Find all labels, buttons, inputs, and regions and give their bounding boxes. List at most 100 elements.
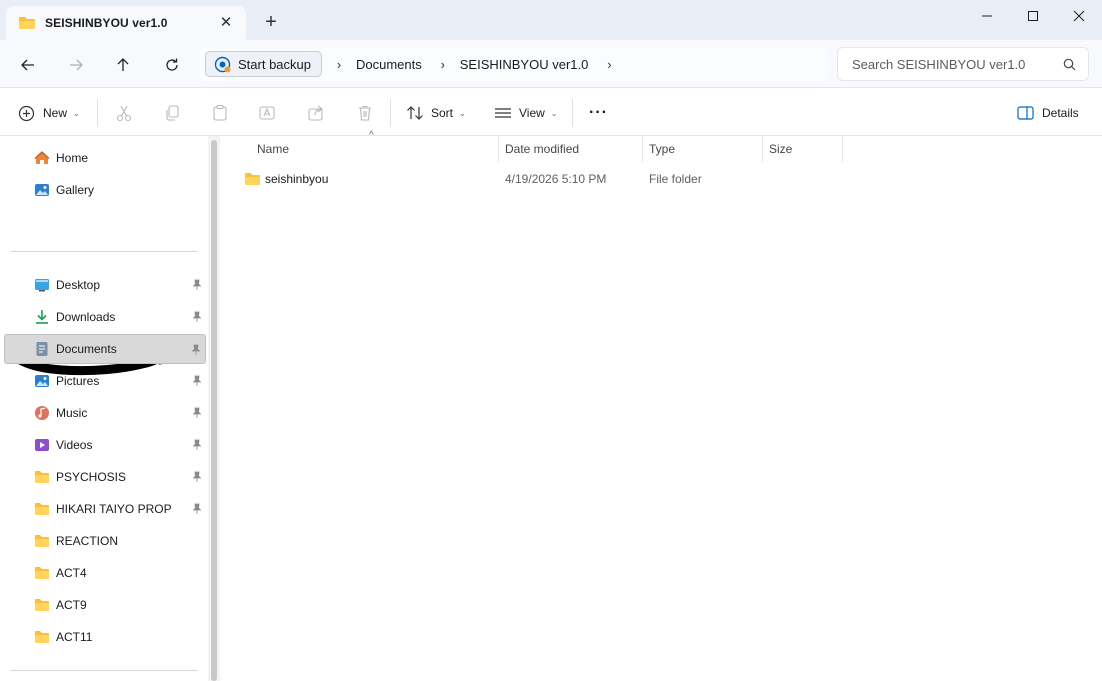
chevron-right-icon[interactable]: › bbox=[601, 57, 617, 72]
search-icon[interactable] bbox=[1063, 58, 1076, 71]
folder-icon bbox=[34, 533, 50, 549]
view-button[interactable]: View ⌄ bbox=[494, 101, 558, 125]
folder-icon bbox=[34, 629, 50, 645]
sidebar-item-pictures[interactable]: Pictures bbox=[4, 366, 206, 396]
sidebar-item-documents[interactable]: Documents bbox=[4, 334, 206, 364]
music-icon bbox=[34, 405, 50, 421]
sidebar-item-label: Desktop bbox=[56, 278, 101, 292]
close-window-button[interactable] bbox=[1056, 0, 1102, 32]
minimize-button[interactable] bbox=[964, 0, 1010, 32]
folder-icon bbox=[34, 597, 50, 613]
paste-button[interactable] bbox=[209, 102, 231, 124]
new-label: New bbox=[43, 106, 68, 120]
sidebar-item-label: Videos bbox=[56, 438, 93, 452]
search-input[interactable] bbox=[852, 56, 1057, 72]
new-button[interactable]: New ⌄ bbox=[18, 101, 80, 125]
new-tab-button[interactable]: + bbox=[262, 12, 280, 32]
sidebar-item-label: Home bbox=[56, 151, 89, 165]
up-button[interactable] bbox=[110, 52, 136, 78]
pin-icon bbox=[192, 375, 202, 386]
folder-icon bbox=[34, 501, 50, 517]
sidebar-item-home[interactable]: Home bbox=[4, 143, 206, 173]
title-bar: SEISHINBYOU ver1.0 ✕ + bbox=[0, 0, 1102, 40]
file-date-modified: 4/19/2026 5:10 PM bbox=[505, 172, 607, 186]
breadcrumb-documents[interactable]: Documents bbox=[356, 57, 422, 72]
sidebar-item-act4[interactable]: ACT4 bbox=[4, 558, 206, 588]
sidebar-item-music[interactable]: Music bbox=[4, 398, 206, 428]
sidebar-item-reaction[interactable]: REACTION bbox=[4, 526, 206, 556]
refresh-button[interactable] bbox=[159, 52, 185, 78]
sort-button[interactable]: Sort ⌄ bbox=[406, 101, 466, 125]
file-type: File folder bbox=[649, 172, 702, 186]
chevron-down-icon: ⌄ bbox=[73, 108, 80, 118]
cut-button[interactable] bbox=[113, 102, 135, 124]
details-button[interactable]: Details bbox=[1017, 101, 1079, 125]
sidebar-scrollbar-thumb[interactable] bbox=[211, 140, 217, 681]
chevron-right-icon[interactable]: › bbox=[331, 57, 347, 72]
sidebar-item-label: Pictures bbox=[56, 374, 100, 388]
folder-icon bbox=[34, 565, 50, 581]
home-icon bbox=[34, 150, 50, 166]
delete-button[interactable] bbox=[354, 102, 376, 124]
table-row[interactable]: seishinbyou 4/19/2026 5:10 PM File folde… bbox=[236, 166, 1076, 192]
forward-button[interactable] bbox=[63, 52, 89, 78]
address-bar[interactable]: Start backup › Documents › SEISHINBYOU v… bbox=[200, 47, 828, 81]
maximize-button[interactable] bbox=[1010, 0, 1056, 32]
copy-button[interactable] bbox=[161, 102, 183, 124]
share-button[interactable] bbox=[305, 102, 327, 124]
download-icon bbox=[34, 309, 50, 325]
sidebar-item-psychosis[interactable]: PSYCHOSIS bbox=[4, 462, 206, 492]
picture-icon bbox=[34, 373, 50, 389]
sidebar-item-gallery[interactable]: Gallery bbox=[4, 175, 206, 205]
pin-icon bbox=[192, 503, 202, 514]
sidebar-item-hikari-taiyo-prop[interactable]: HIKARI TAIYO PROP bbox=[4, 494, 206, 524]
sidebar-item-label: ACT4 bbox=[56, 566, 87, 580]
file-name[interactable]: seishinbyou bbox=[265, 166, 328, 192]
sidebar-item-act11[interactable]: ACT11 bbox=[4, 622, 206, 652]
rename-icon bbox=[259, 106, 275, 120]
sidebar-item-label: Documents bbox=[56, 342, 117, 356]
chevron-down-icon: ⌄ bbox=[459, 108, 466, 118]
cloud-backup-icon bbox=[214, 56, 231, 73]
trash-icon bbox=[359, 105, 371, 121]
back-button[interactable] bbox=[15, 52, 41, 78]
breadcrumb-current[interactable]: SEISHINBYOU ver1.0 bbox=[460, 57, 589, 72]
document-icon bbox=[34, 341, 50, 357]
rename-button[interactable] bbox=[256, 102, 278, 124]
sort-label: Sort bbox=[431, 106, 454, 120]
desktop-icon bbox=[34, 277, 50, 293]
details-pane-icon bbox=[1017, 106, 1034, 120]
tab-seishinbyou[interactable]: SEISHINBYOU ver1.0 ✕ bbox=[6, 6, 246, 40]
navigation-pane: Home Gallery Desktop Downloads Documents bbox=[0, 136, 220, 681]
video-icon bbox=[34, 437, 50, 453]
column-header-date-modified[interactable]: Date modified bbox=[497, 136, 643, 162]
search-box[interactable] bbox=[837, 47, 1089, 81]
up-arrow-icon bbox=[117, 58, 129, 71]
sidebar-item-label: Music bbox=[56, 406, 88, 420]
sidebar-item-videos[interactable]: Videos bbox=[4, 430, 206, 460]
gallery-icon bbox=[34, 182, 50, 198]
tab-close-icon[interactable]: ✕ bbox=[218, 15, 234, 31]
copy-icon bbox=[166, 105, 179, 121]
sidebar-divider bbox=[10, 670, 198, 671]
folder-icon bbox=[244, 166, 261, 192]
folder-icon bbox=[34, 469, 50, 485]
sidebar-item-act9[interactable]: ACT9 bbox=[4, 590, 206, 620]
command-bar: New ⌄ Sort ⌄ View ⌄ ··· Details bbox=[0, 89, 1102, 136]
view-list-icon bbox=[495, 108, 511, 118]
sidebar-item-downloads[interactable]: Downloads bbox=[4, 302, 206, 332]
column-header-name[interactable]: Name bbox=[249, 136, 499, 162]
view-label: View bbox=[519, 106, 545, 120]
chevron-right-icon[interactable]: › bbox=[435, 57, 451, 72]
sidebar-item-label: Downloads bbox=[56, 310, 116, 324]
file-list: ^ Name Date modified Type Size seishinby… bbox=[224, 130, 1102, 681]
more-options-button[interactable]: ··· bbox=[589, 101, 608, 125]
column-header-type[interactable]: Type bbox=[641, 136, 763, 162]
add-circle-icon bbox=[18, 105, 35, 121]
sort-icon bbox=[407, 106, 423, 120]
start-backup-button[interactable]: Start backup bbox=[205, 51, 322, 77]
navigation-bar: Start backup › Documents › SEISHINBYOU v… bbox=[0, 40, 1102, 88]
column-header-size[interactable]: Size bbox=[761, 136, 843, 162]
sidebar-item-desktop[interactable]: Desktop bbox=[4, 270, 206, 300]
details-label: Details bbox=[1042, 106, 1079, 120]
